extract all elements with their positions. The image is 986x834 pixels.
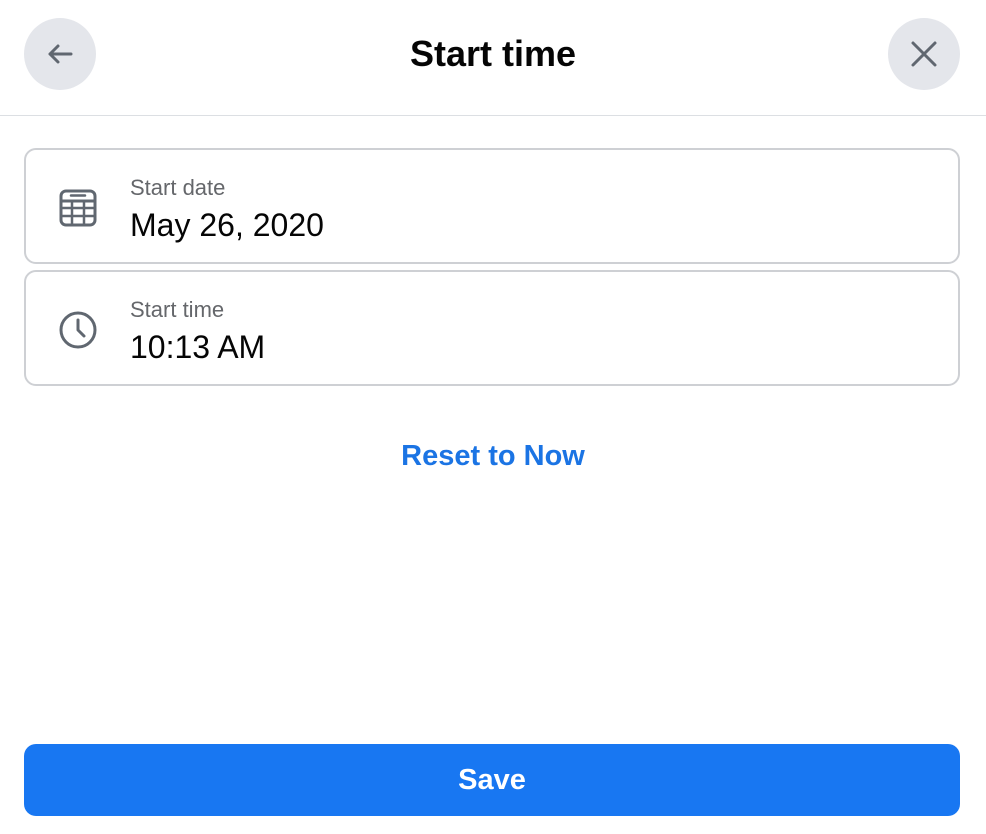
dialog-title: Start time <box>409 33 577 74</box>
calendar-icon <box>56 186 100 230</box>
close-icon <box>906 36 942 72</box>
save-button[interactable]: Save <box>24 744 960 816</box>
start-date-label: Start date <box>130 175 226 200</box>
start-time-value: 10:13 AM <box>130 329 266 365</box>
start-time-field[interactable]: Start time 10:13 AM <box>24 270 960 386</box>
start-date-field[interactable]: Start date May 26, 2020 <box>24 148 960 264</box>
start-time-label: Start time <box>130 297 225 322</box>
clock-icon <box>56 308 100 352</box>
dialog-header: Start time <box>0 0 986 116</box>
start-time-dialog: Start time Start date May 26, 2020 Start… <box>0 0 986 834</box>
close-button[interactable] <box>888 18 960 90</box>
start-date-value: May 26, 2020 <box>130 207 324 243</box>
reset-to-now-link[interactable]: Reset to Now <box>0 438 986 474</box>
